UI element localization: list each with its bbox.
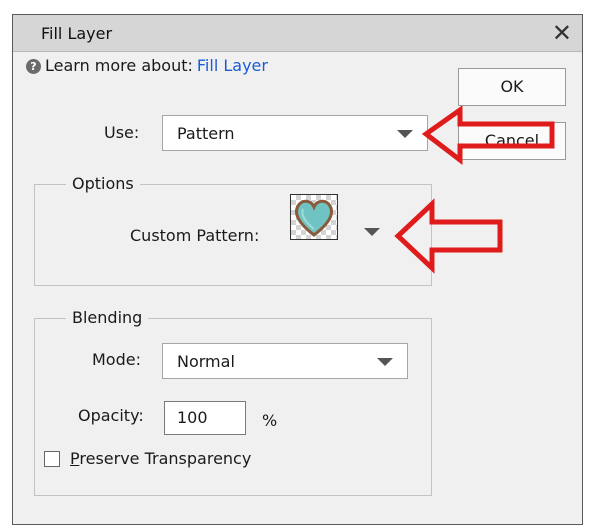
mode-select-value: Normal — [177, 352, 235, 371]
help-link[interactable]: Fill Layer — [197, 56, 268, 75]
preserve-accelerator: P — [70, 449, 80, 468]
use-label: Use: — [104, 123, 140, 142]
custom-pattern-label: Custom Pattern: — [130, 226, 260, 245]
blending-legend: Blending — [66, 308, 149, 327]
dialog-title: Fill Layer — [41, 24, 113, 43]
preserve-transparency-checkbox[interactable] — [44, 451, 60, 467]
title-bar: Fill Layer ✕ — [13, 15, 582, 52]
mode-label: Mode: — [92, 350, 141, 369]
ok-button[interactable]: OK — [458, 68, 566, 106]
chevron-down-icon — [377, 358, 393, 366]
pattern-dropdown-icon[interactable] — [364, 228, 380, 236]
help-icon: ? — [26, 59, 41, 74]
opacity-input[interactable]: 100 — [164, 401, 246, 435]
help-row: ? Learn more about: Fill Layer — [26, 56, 268, 75]
opacity-label: Opacity: — [78, 406, 144, 425]
custom-pattern-swatch[interactable] — [290, 194, 338, 240]
options-legend: Options — [66, 174, 140, 193]
close-icon[interactable]: ✕ — [552, 19, 572, 47]
use-select[interactable]: Pattern — [162, 115, 428, 151]
opacity-unit: % — [262, 411, 278, 430]
use-select-value: Pattern — [177, 124, 235, 143]
cancel-button[interactable]: Cancel — [458, 122, 566, 160]
preserve-transparency-label: Preserve Transparency — [70, 449, 251, 468]
chevron-down-icon — [397, 130, 413, 138]
preserve-label-rest: reserve Transparency — [79, 449, 252, 468]
help-prefix: Learn more about: — [45, 56, 193, 75]
heart-pattern-icon — [294, 199, 334, 237]
mode-select[interactable]: Normal — [162, 343, 408, 379]
